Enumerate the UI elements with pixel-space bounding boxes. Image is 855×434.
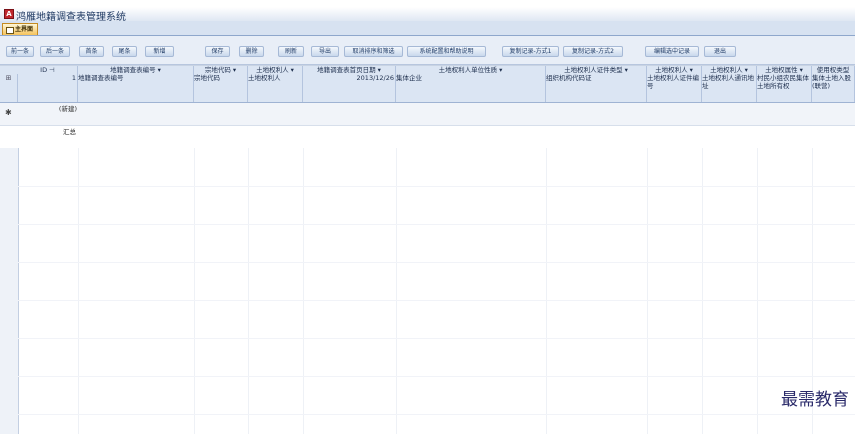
col-header-address-label: 土地权利人 [710, 66, 743, 74]
col-header-address[interactable]: 土地权利人 ▾ [702, 66, 757, 74]
column-gridline [647, 148, 648, 434]
totals-row: 汇总 [0, 126, 855, 148]
col-header-cert-type-label: 土地权利人证件类型 [564, 66, 623, 74]
row-gridline [18, 186, 855, 187]
tab-main[interactable]: 主界面 [2, 23, 39, 35]
next-record-button[interactable]: 后一条 [40, 46, 70, 57]
row-gridline [18, 262, 855, 263]
grid-header-row: ID ⊣ 地籍调查表编号 ▾ 宗地代码 ▾ 土地权利人 ▾ 地籍调查表首页日期 … [0, 66, 855, 103]
cell-id[interactable]: 1 [18, 74, 78, 102]
dropdown-arrow-icon: ▾ [377, 66, 381, 74]
top-cut-strip [0, 0, 855, 7]
exit-button[interactable]: 退出 [704, 46, 736, 57]
edit-selected-button[interactable]: 编辑选中记录 [645, 46, 699, 57]
col-header-cert-number-label: 土地权利人 [655, 66, 688, 74]
col-header-survey-number-label: 地籍调查表编号 [110, 66, 156, 74]
col-header-ownership[interactable]: 土地权属性 ▾ [757, 66, 812, 74]
row-gridline [18, 300, 855, 301]
cell-use-right-type[interactable]: 集体土地入股(联营) [812, 74, 855, 102]
app-icon: A [4, 9, 14, 19]
col-header-unit-nature-label: 土地权利人单位性质 [438, 66, 498, 74]
dropdown-arrow-icon: ▾ [624, 66, 628, 74]
cell-cert-type[interactable]: 组织机构代码证 [546, 74, 647, 102]
new-record-label: (新建) [58, 105, 77, 113]
col-header-ownership-label: 土地权属性 [765, 66, 798, 74]
datasheet-grid: ID ⊣ 地籍调查表编号 ▾ 宗地代码 ▾ 土地权利人 ▾ 地籍调查表首页日期 … [0, 65, 855, 434]
new-record-row[interactable]: ✱ (新建) [0, 103, 855, 126]
column-gridline [396, 148, 397, 434]
cell-unit-nature[interactable]: 集体企业 [396, 74, 546, 102]
settings-help-button[interactable]: 系统配置和帮助说明 [407, 46, 486, 57]
row-gridline [18, 414, 855, 415]
tab-strip: 主界面 [0, 21, 855, 36]
col-header-id-label: ID [40, 66, 48, 74]
form-icon [6, 27, 14, 34]
watermark-text: 最需教育 [781, 390, 849, 410]
copy-record-method1-button[interactable]: 复制记录-方式1 [502, 46, 559, 57]
cell-survey-date[interactable]: 2013/12/26 [303, 74, 396, 102]
col-header-right-holder[interactable]: 土地权利人 ▾ [248, 66, 303, 74]
col-header-id[interactable]: ID ⊣ [18, 66, 78, 74]
dropdown-arrow-icon: ▾ [157, 66, 161, 74]
cell-address[interactable]: 土地权利人通讯地址 [702, 74, 757, 102]
refresh-button[interactable]: 刷新 [278, 46, 304, 57]
dropdown-arrow-icon: ▾ [799, 66, 803, 74]
row-gridline [18, 376, 855, 377]
column-gridline [78, 148, 79, 434]
table-row[interactable]: ⊞ 1 地籍调查表编号 宗地代码 土地权利人 2013/12/26 集体企业 组… [0, 74, 855, 102]
col-header-use-right-type[interactable]: 使用权类型 [812, 66, 855, 74]
cell-parcel-code[interactable]: 宗地代码 [194, 74, 248, 102]
cell-cert-number[interactable]: 土地权利人证件编号 [647, 74, 702, 102]
column-gridline [194, 148, 195, 434]
col-header-right-holder-label: 土地权利人 [256, 66, 289, 74]
dropdown-arrow-icon: ▾ [689, 66, 693, 74]
column-gridline [757, 148, 758, 434]
form-toolbar: 前一条 后一条 首条 尾条 新增 保存 删除 刷新 导出 取消排序和筛选 系统配… [0, 36, 855, 65]
column-gridline [248, 148, 249, 434]
dropdown-arrow-icon: ▾ [744, 66, 748, 74]
col-header-parcel-code-label: 宗地代码 [204, 66, 231, 74]
col-header-use-right-type-label: 使用权类型 [816, 66, 850, 74]
column-gridline [546, 148, 547, 434]
title-bar: A 鸿雁地籍调查表管理系统 [0, 7, 855, 23]
clear-sort-filter-button[interactable]: 取消排序和筛选 [344, 46, 403, 57]
new-record-marker-icon: ✱ [5, 108, 12, 117]
delete-button[interactable]: 删除 [239, 46, 264, 57]
copy-record-method2-button[interactable]: 复制记录-方式2 [563, 46, 623, 57]
col-header-parcel-code[interactable]: 宗地代码 ▾ [194, 66, 248, 74]
column-gridline [702, 148, 703, 434]
save-button[interactable]: 保存 [205, 46, 230, 57]
col-header-cert-type[interactable]: 土地权利人证件类型 ▾ [546, 66, 647, 74]
dropdown-arrow-icon: ▾ [290, 66, 294, 74]
sort-icon: ⊣ [49, 66, 55, 74]
row-gridline [18, 338, 855, 339]
new-record-button[interactable]: 新增 [145, 46, 174, 57]
cell-ownership[interactable]: 村民小组农民集体土地所有权 [757, 74, 812, 102]
export-button[interactable]: 导出 [311, 46, 339, 57]
column-gridline [303, 148, 304, 434]
col-header-survey-date-label: 地籍调查表首页日期 [317, 66, 376, 74]
last-record-button[interactable]: 尾条 [112, 46, 137, 57]
first-record-button[interactable]: 首条 [79, 46, 104, 57]
expand-icon[interactable]: ⊞ [0, 74, 18, 102]
col-header-survey-date[interactable]: 地籍调查表首页日期 ▾ [303, 66, 396, 74]
row-gridline [18, 224, 855, 225]
cell-survey-number[interactable]: 地籍调查表编号 [78, 74, 194, 102]
totals-label: 汇总 [63, 128, 76, 136]
cell-right-holder[interactable]: 土地权利人 [248, 74, 303, 102]
col-header-unit-nature[interactable]: 土地权利人单位性质 ▾ [396, 66, 546, 74]
prev-record-button[interactable]: 前一条 [6, 46, 34, 57]
col-header-survey-number[interactable]: 地籍调查表编号 ▾ [78, 66, 194, 74]
dropdown-arrow-icon: ▾ [232, 66, 237, 74]
tab-main-label: 主界面 [15, 26, 34, 33]
col-header-cert-number[interactable]: 土地权利人 ▾ [647, 66, 702, 74]
dropdown-arrow-icon: ▾ [499, 66, 503, 74]
